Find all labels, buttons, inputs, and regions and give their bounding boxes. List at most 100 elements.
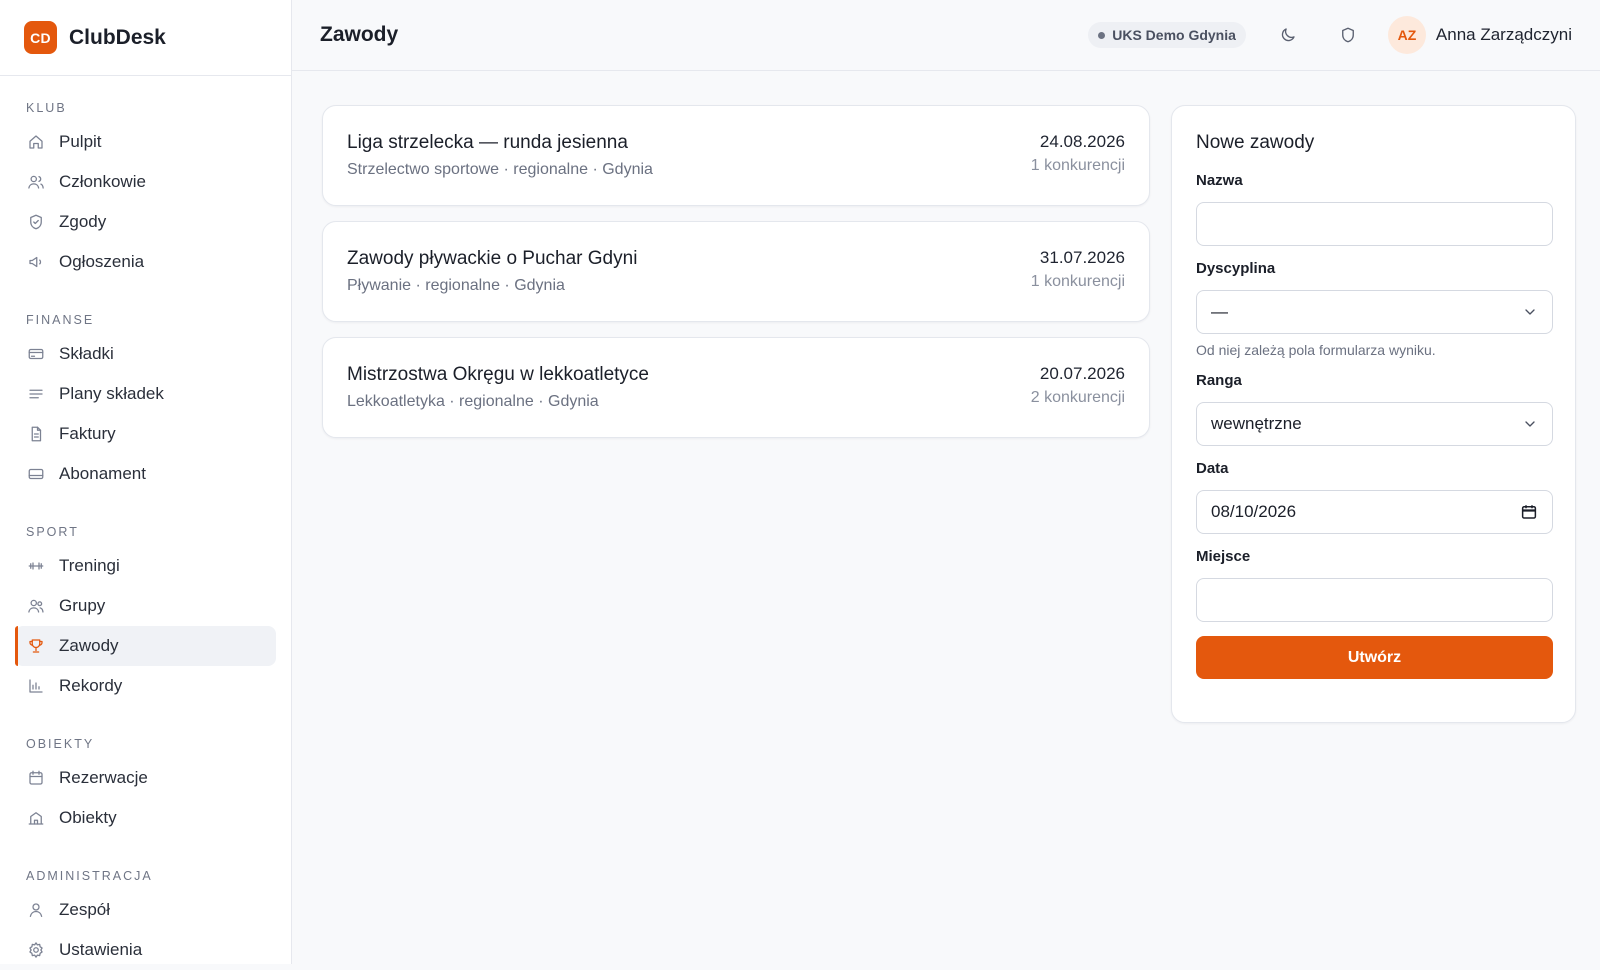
sidebar-item-label: Obiekty xyxy=(59,808,117,827)
competition-meta: Strzelectwo sportowe · regionalne · Gdyn… xyxy=(347,161,653,178)
sidebar-item-label: Grupy xyxy=(59,596,106,615)
sidebar-section-title: SPORT xyxy=(26,525,79,539)
sidebar-item-plany-składek[interactable]: Plany składek xyxy=(15,374,276,414)
sidebar-item-rezerwacje[interactable]: Rezerwacje xyxy=(15,758,276,798)
sidebar-item-rekordy[interactable]: Rekordy xyxy=(15,666,276,706)
sidebar-item-abonament[interactable]: Abonament xyxy=(15,454,276,494)
sidebar-item-faktury[interactable]: Faktury xyxy=(15,414,276,454)
sidebar-item-label: Ogłoszenia xyxy=(59,252,145,271)
building-icon xyxy=(27,809,45,827)
sidebar-item-zgody[interactable]: Zgody xyxy=(15,202,276,242)
avatar[interactable]: AZ xyxy=(1387,16,1426,54)
sidebar-item-składki[interactable]: Składki xyxy=(15,334,276,374)
date-value: 08/10/2026 xyxy=(1211,502,1297,521)
users-icon xyxy=(27,173,45,191)
sidebar-item-obiekty[interactable]: Obiekty xyxy=(15,798,276,838)
competition-meta: Pływanie · regionalne · Gdynia xyxy=(347,277,565,294)
discipline-label: Dyscyplina xyxy=(1196,260,1276,277)
sidebar-item-zawody[interactable]: Zawody xyxy=(15,626,276,666)
sidebar-item-label: Treningi xyxy=(59,556,120,575)
page-title: Zawody xyxy=(320,23,399,46)
competition-name: Zawody pływackie o Puchar Gdyni xyxy=(347,248,638,269)
competition-date: 20.07.2026 xyxy=(1039,364,1125,383)
rank-value: wewnętrzne xyxy=(1211,414,1302,433)
sidebar-item-label: Plany składek xyxy=(59,384,164,403)
sidebar-item-label: Członkowie xyxy=(59,172,146,191)
moon-icon[interactable] xyxy=(1270,17,1306,53)
sidebar-item-pulpit[interactable]: Pulpit xyxy=(15,122,276,162)
status-dot xyxy=(1098,31,1106,39)
club-badge[interactable]: UKS Demo Gdynia xyxy=(1088,22,1246,48)
sidebar-item-label: Pulpit xyxy=(59,132,102,151)
competition-date: 31.07.2026 xyxy=(1039,248,1125,267)
club-name: UKS Demo Gdynia xyxy=(1112,27,1236,43)
sidebar-item-zespół[interactable]: Zespół xyxy=(15,890,276,930)
competition-card[interactable]: Mistrzostwa Okręgu w lekkoatletyce Lekko… xyxy=(322,337,1150,438)
discipline-value: — xyxy=(1211,302,1228,321)
shield-check-icon xyxy=(27,213,45,231)
sidebar-item-grupy[interactable]: Grupy xyxy=(15,586,276,626)
competition-meta: Lekkoatletyka · regionalne · Gdynia xyxy=(347,393,599,410)
list-icon xyxy=(27,385,45,403)
sidebar-item-treningi[interactable]: Treningi xyxy=(15,546,276,586)
create-button[interactable]: Utwórz xyxy=(1196,636,1553,679)
brand-name: ClubDesk xyxy=(69,25,166,49)
sidebar-item-label: Zawody xyxy=(59,636,119,655)
sidebar-section-title: OBIEKTY xyxy=(26,737,95,751)
rank-select[interactable]: wewnętrzne xyxy=(1196,402,1553,446)
document-icon xyxy=(27,425,45,443)
user-name[interactable]: Anna Zarządczyni xyxy=(1436,25,1572,45)
sidebar-item-label: Ustawienia xyxy=(59,940,143,959)
sidebar-item-label: Abonament xyxy=(59,464,146,483)
sidebar-item-label: Rezerwacje xyxy=(59,768,148,787)
sidebar-item-label: Zgody xyxy=(59,212,107,231)
card-icon xyxy=(27,465,45,483)
place-input[interactable] xyxy=(1196,578,1553,622)
calendar-icon[interactable] xyxy=(1520,503,1538,521)
competition-card[interactable]: Liga strzelecka — runda jesienna Strzele… xyxy=(322,105,1150,206)
competition-count: 1 konkurencji xyxy=(1030,157,1125,174)
name-input[interactable] xyxy=(1196,202,1553,246)
sidebar-item-label: Faktury xyxy=(59,424,116,443)
name-label: Nazwa xyxy=(1196,172,1243,189)
chevron-down-icon xyxy=(1522,304,1538,320)
competition-list: Liga strzelecka — runda jesienna Strzele… xyxy=(322,105,1150,453)
chevron-down-icon xyxy=(1522,416,1538,432)
competition-name: Mistrzostwa Okręgu w lekkoatletyce xyxy=(347,364,649,385)
rank-label: Ranga xyxy=(1196,372,1242,389)
top-bar: Zawody UKS Demo Gdynia AZ Anna Zarządczy… xyxy=(292,0,1600,71)
sidebar-item-członkowie[interactable]: Członkowie xyxy=(15,162,276,202)
competition-count: 1 konkurencji xyxy=(1030,273,1125,290)
dumbbell-icon xyxy=(27,557,45,575)
discipline-hint: Od niej zależą pola formularza wyniku. xyxy=(1196,342,1436,358)
group-icon xyxy=(27,597,45,615)
form-title: Nowe zawody xyxy=(1196,132,1315,153)
sidebar: CD ClubDesk KLUB Pulpit Członkowie Zgody Ogł… xyxy=(0,0,292,964)
sidebar-item-label: Rekordy xyxy=(59,676,123,695)
brand-logo: CD xyxy=(24,21,57,54)
sidebar-item-label: Zespół xyxy=(59,900,111,919)
sidebar-nav: KLUB Pulpit Członkowie Zgody Ogłoszenia FINAN… xyxy=(0,76,291,970)
place-label: Miejsce xyxy=(1196,548,1251,565)
sidebar-item-ustawienia[interactable]: Ustawienia xyxy=(15,930,276,970)
date-label: Data xyxy=(1196,460,1229,477)
competition-card[interactable]: Zawody pływackie o Puchar Gdyni Pływanie… xyxy=(322,221,1150,322)
sidebar-section-title: KLUB xyxy=(26,101,67,115)
credit-card-icon xyxy=(27,345,45,363)
sidebar-item-label: Składki xyxy=(59,344,114,363)
date-input[interactable]: 08/10/2026 xyxy=(1196,490,1553,534)
bar-chart-icon xyxy=(27,677,45,695)
sidebar-item-ogłoszenia[interactable]: Ogłoszenia xyxy=(15,242,276,282)
user-icon xyxy=(27,901,45,919)
sidebar-section-title: FINANSE xyxy=(26,313,95,327)
discipline-select[interactable]: — xyxy=(1196,290,1553,334)
sidebar-section-title: ADMINISTRACJA xyxy=(26,869,153,883)
shield-icon[interactable] xyxy=(1330,17,1366,53)
megaphone-icon xyxy=(27,253,45,271)
trophy-icon xyxy=(27,637,45,655)
brand[interactable]: CD ClubDesk xyxy=(0,0,291,76)
new-competition-form: Nowe zawody Nazwa Dyscyplina — Od niej z… xyxy=(1171,105,1576,723)
home-icon xyxy=(27,133,45,151)
gear-icon xyxy=(27,941,45,959)
competition-date: 24.08.2026 xyxy=(1039,132,1125,151)
